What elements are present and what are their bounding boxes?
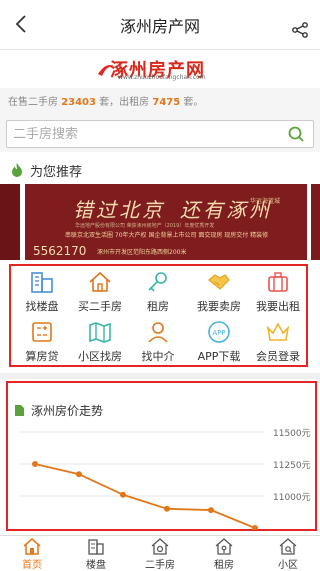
grid-label: APP下载: [197, 350, 241, 363]
grid-item-lease-out[interactable]: 我要出租: [248, 268, 308, 314]
grid-label: 买二手房: [78, 300, 122, 313]
section-divider: [0, 373, 320, 379]
site-logo: 涿州房产网 www.zhuozhoufangchan.com: [98, 56, 210, 82]
grid-item-app-download[interactable]: APP APP下载: [189, 318, 249, 364]
home-icon: [23, 538, 41, 555]
grid-item-member-login[interactable]: 会员登录: [248, 318, 308, 364]
rent-unit: 套。: [183, 97, 204, 108]
chart-point: [208, 507, 214, 514]
share-icon[interactable]: [290, 22, 310, 38]
search-bar: [0, 112, 320, 152]
search-icon[interactable]: [287, 125, 305, 143]
sale-count: 23403: [61, 97, 96, 108]
logo-subtitle: www.zhuozhoufangchan.com: [118, 74, 206, 81]
used-house-icon: [151, 538, 169, 555]
grid-item-agent[interactable]: 找中介: [128, 318, 188, 364]
chart-y-tick-label: 11250元: [273, 461, 311, 471]
banner-address: 涿州市开发区范阳东路西侧200米: [97, 249, 187, 256]
rental-house-icon: [215, 538, 233, 555]
banner-prev-peek[interactable]: [0, 184, 20, 260]
grid-item-find-project[interactable]: 找楼盘: [12, 268, 72, 314]
app-header: 涿州房产网: [0, 0, 320, 50]
map-icon: [89, 322, 111, 343]
grid-label: 我要出租: [256, 300, 300, 313]
chart-point: [120, 491, 126, 498]
page-title: 涿州房产网: [119, 17, 200, 36]
chart-point: [252, 525, 258, 530]
search-box: [6, 120, 314, 148]
house-icon: [89, 271, 111, 292]
bottom-tab-bar: 首页 楼盘 二手房 租房 小区: [0, 535, 320, 571]
tab-communities[interactable]: 小区: [256, 538, 320, 571]
tab-projects[interactable]: 楼盘: [64, 538, 128, 571]
grid-label: 算房贷: [25, 350, 59, 363]
crown-icon: [266, 322, 290, 341]
chart-point: [76, 471, 82, 478]
tab-used-homes[interactable]: 二手房: [128, 538, 192, 571]
calculator-icon: [32, 322, 52, 342]
key-icon: [148, 272, 167, 292]
chart-point: [32, 461, 38, 467]
community-icon: [279, 538, 297, 555]
banner-next-peek[interactable]: [311, 184, 320, 260]
price-trend-title: 涿州房价走势: [31, 404, 104, 418]
tab-home[interactable]: 首页: [0, 538, 64, 571]
price-trend-heading: 涿州房价走势: [14, 402, 103, 419]
grid-item-rent[interactable]: 租房: [128, 268, 188, 314]
recommend-heading: 为您推荐: [10, 160, 82, 180]
grid-label: 会员登录: [256, 350, 300, 363]
flame-icon: [12, 163, 22, 177]
chart-point: [164, 505, 170, 512]
handshake-icon: [208, 274, 230, 290]
grid-item-sell[interactable]: 我要卖房: [189, 268, 249, 314]
search-input[interactable]: [7, 121, 267, 147]
chart-y-tick-label: 11500元: [273, 429, 311, 439]
tab-rentals[interactable]: 租房: [192, 538, 256, 571]
grid-label: 小区找房: [78, 350, 122, 363]
app-icon: APP: [208, 321, 230, 343]
svg-text:APP: APP: [212, 329, 225, 337]
sale-prefix: 在售二手房: [8, 97, 58, 108]
building-icon: [88, 539, 104, 555]
suitcase-icon: [268, 272, 288, 292]
rent-count: 7475: [152, 97, 181, 108]
recommend-title: 为您推荐: [30, 164, 83, 180]
document-icon: [15, 405, 24, 416]
building-icon: [31, 272, 53, 293]
grid-label: 租房: [147, 300, 169, 313]
grid-item-community[interactable]: 小区找房: [70, 318, 130, 364]
banner-features: 串联京北双生活圈 70年大产权 国企背景上市公司 面交现房 现房交付 精装修: [65, 232, 269, 239]
banner-headline-1: 错过北京: [73, 198, 165, 222]
banner-small-text: 华远地产股份有限公司 荣获涿州房地产（2019）年度优秀开发: [75, 223, 215, 229]
chart-y-tick-label: 11000元: [273, 493, 311, 503]
sale-unit: 套，出租房: [99, 97, 150, 108]
promo-banner[interactable]: 错过北京 还有涿州 华远海蓝城 华远地产股份有限公司 荣获涿州房地产（2019）…: [25, 184, 307, 260]
listing-stats: 在售二手房 23403 套，出租房 7475 套。: [0, 88, 320, 112]
grid-label: 找楼盘: [25, 300, 59, 313]
grid-item-mortgage[interactable]: 算房贷: [12, 318, 72, 364]
banner-brand: 华远海蓝城: [250, 198, 281, 205]
banner-phone: 5562170: [33, 244, 87, 258]
person-icon: [148, 322, 168, 343]
price-trend-chart: 11500元 11250元 11000元: [20, 429, 311, 530]
grid-label: 我要卖房: [197, 300, 241, 313]
grid-item-buy-used[interactable]: 买二手房: [70, 268, 130, 314]
grid-label: 找中介: [141, 350, 175, 363]
